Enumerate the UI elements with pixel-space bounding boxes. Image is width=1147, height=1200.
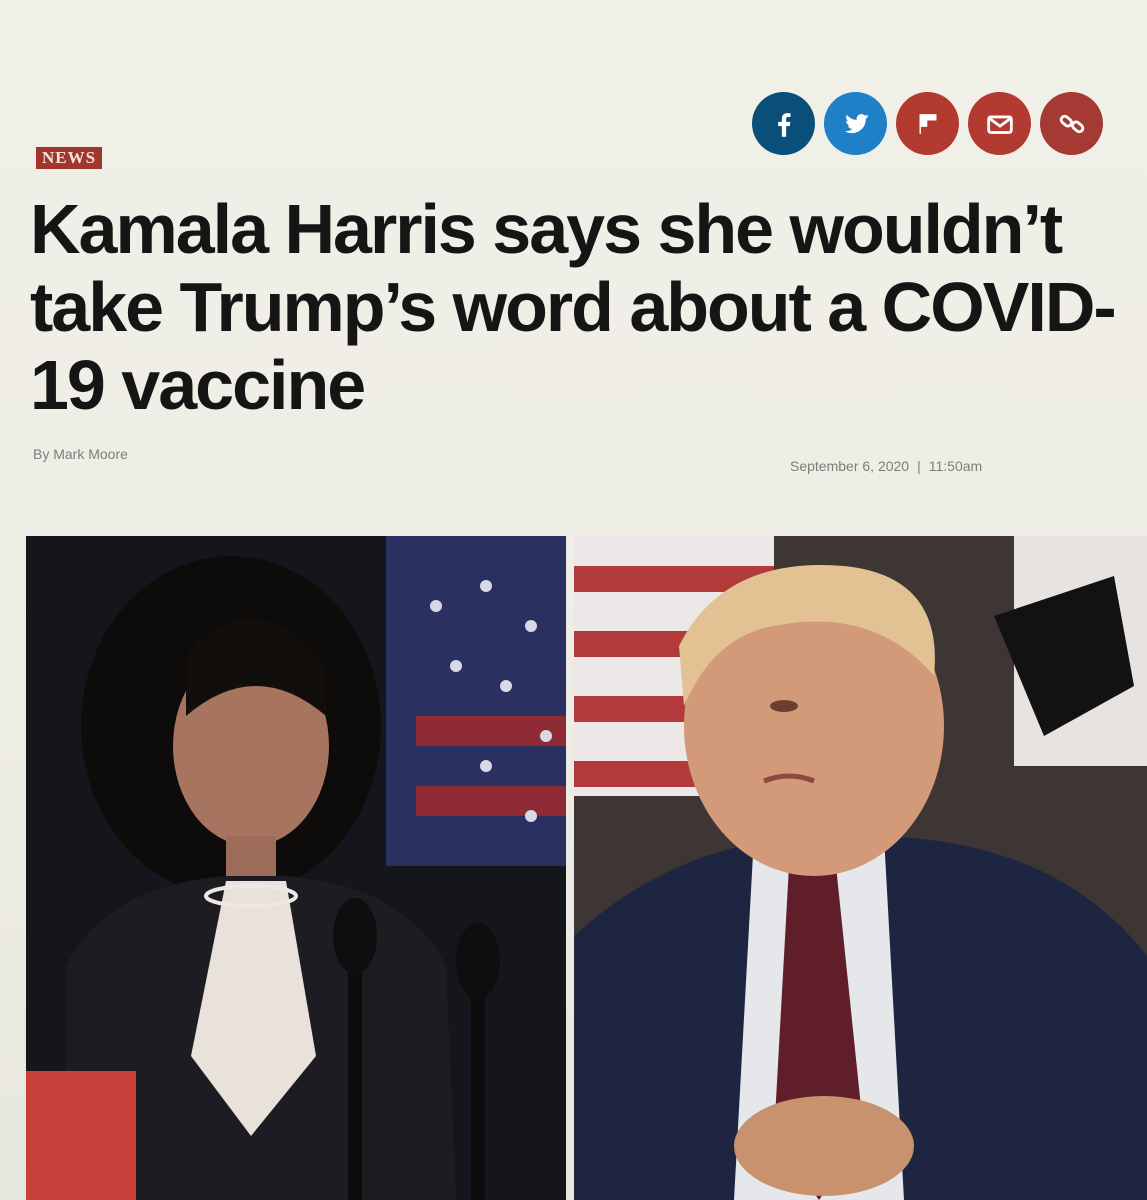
flipboard-icon xyxy=(919,113,936,134)
article-headline: Kamala Harris says she wouldn’t take Tru… xyxy=(30,190,1117,424)
publish-dateline: September 6, 2020 | 11:50am xyxy=(790,458,982,474)
email-icon xyxy=(986,115,1013,134)
publish-time: 11:50am xyxy=(928,458,983,474)
twitter-icon xyxy=(844,113,869,133)
facebook-share-button[interactable] xyxy=(752,92,815,155)
photo-kamala-harris xyxy=(26,536,566,1200)
article-page: NEWS Kamala Harris says she wouldn’t tak… xyxy=(0,0,1147,1200)
flipboard-share-button[interactable] xyxy=(896,92,959,155)
facebook-icon xyxy=(777,112,791,137)
publish-date: September 6, 2020 xyxy=(790,458,910,474)
photo-donald-trump xyxy=(574,536,1147,1200)
email-share-button[interactable] xyxy=(968,92,1031,155)
section-label[interactable]: NEWS xyxy=(36,147,103,169)
byline[interactable]: By Mark Moore xyxy=(33,446,128,462)
share-bar xyxy=(752,92,1103,155)
twitter-share-button[interactable] xyxy=(824,92,887,155)
trump-photo-illustration xyxy=(574,536,1147,1200)
date-separator: | xyxy=(917,458,921,474)
link-icon xyxy=(1059,114,1084,133)
link-share-button[interactable] xyxy=(1040,92,1103,155)
harris-photo-illustration xyxy=(26,536,566,1200)
